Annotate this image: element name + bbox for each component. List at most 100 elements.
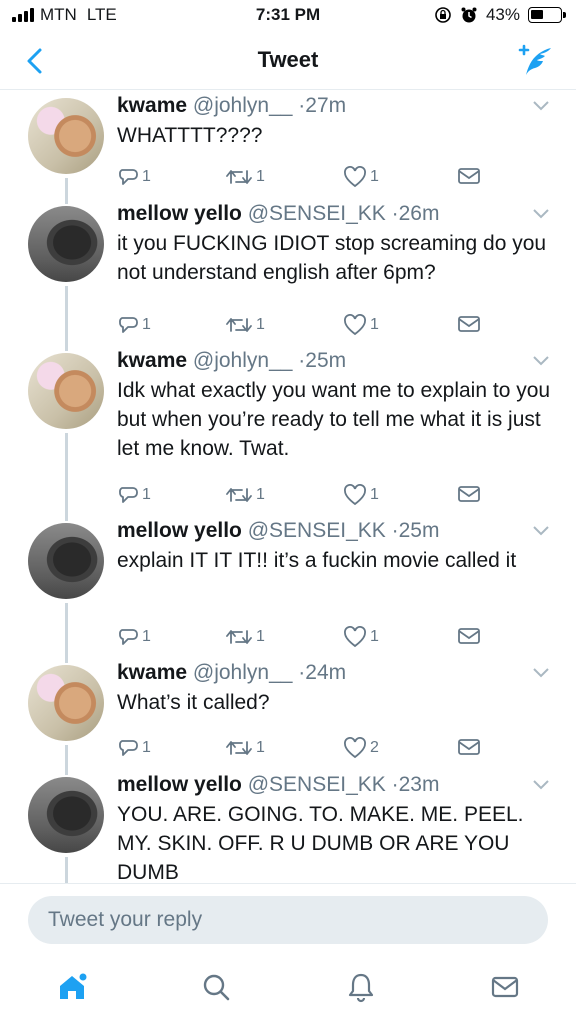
chevron-down-icon[interactable]	[532, 208, 550, 220]
handle[interactable]: @SENSEI_KK	[248, 773, 386, 796]
like-button[interactable]: 1	[343, 166, 379, 188]
lock-rotation-icon	[435, 7, 451, 23]
handle[interactable]: @johlyn__	[193, 661, 293, 684]
compose-tweet-icon[interactable]	[518, 42, 554, 78]
timestamp: 25m	[398, 519, 440, 542]
reply-icon	[119, 629, 138, 645]
tweet-text: Idk what exactly you want me to explain …	[117, 379, 551, 460]
bell-icon[interactable]	[345, 971, 377, 1003]
dm-button[interactable]	[457, 166, 481, 186]
separator-dot: ·	[391, 773, 399, 796]
retweet-button[interactable]: 1	[225, 737, 265, 759]
tweet-header: mellow yello @SENSEI_KK ·26m	[117, 202, 439, 226]
status-right: 43%	[434, 5, 566, 25]
display-name[interactable]: kwame	[117, 349, 187, 372]
chevron-down-icon[interactable]	[532, 667, 550, 679]
tweet-actions: 1 1 1	[117, 314, 487, 340]
mail-icon	[458, 739, 480, 755]
tweet-header: mellow yello @SENSEI_KK ·25m	[117, 519, 439, 543]
reply-button[interactable]: 1	[117, 314, 151, 336]
chevron-down-icon[interactable]	[532, 100, 550, 112]
tweet-header: kwame @johlyn__ ·27m	[117, 94, 346, 118]
like-button[interactable]: 1	[343, 626, 379, 648]
tweet-header: kwame @johlyn__ ·24m	[117, 661, 346, 685]
heart-icon	[344, 626, 366, 648]
tweet-header: mellow yello @SENSEI_KK ·23m	[117, 773, 439, 797]
heart-icon	[344, 737, 366, 759]
like-count: 1	[370, 628, 379, 645]
reply-icon	[119, 169, 138, 185]
reply-button[interactable]: 1	[117, 737, 151, 759]
dm-button[interactable]	[457, 737, 481, 757]
display-name[interactable]: kwame	[117, 661, 187, 684]
retweet-count: 1	[256, 168, 265, 185]
mail-icon[interactable]	[489, 971, 521, 1003]
retweet-button[interactable]: 1	[225, 314, 265, 336]
avatar[interactable]	[28, 98, 104, 174]
tweet[interactable]: mellow yello @SENSEI_KK ·26m it you FUCK…	[0, 198, 576, 345]
avatar[interactable]	[28, 665, 104, 741]
like-count: 1	[370, 486, 379, 503]
dm-button[interactable]	[457, 484, 481, 504]
thread-line	[65, 433, 68, 515]
display-name[interactable]: mellow yello	[117, 773, 242, 796]
reply-count: 1	[142, 168, 151, 185]
tweet-text: YOU. ARE. GOING. TO. MAKE. ME. PEEL. MY.…	[117, 803, 524, 883]
retweet-button[interactable]: 1	[225, 484, 265, 506]
alarm-icon	[461, 7, 477, 23]
avatar[interactable]	[28, 523, 104, 599]
chevron-down-icon[interactable]	[532, 355, 550, 367]
retweet-count: 1	[256, 628, 265, 645]
thread-line	[65, 745, 68, 769]
tweet-header: kwame @johlyn__ ·25m	[117, 349, 346, 373]
reply-count: 1	[142, 628, 151, 645]
avatar[interactable]	[28, 777, 104, 853]
display-name[interactable]: mellow yello	[117, 519, 242, 542]
display-name[interactable]: kwame	[117, 94, 187, 117]
handle[interactable]: @johlyn__	[193, 349, 293, 372]
tweet[interactable]: mellow yello @SENSEI_KK ·25m explain IT …	[0, 515, 576, 657]
reply-button[interactable]: 1	[117, 626, 151, 648]
home-icon[interactable]	[56, 971, 88, 1003]
avatar[interactable]	[28, 206, 104, 282]
reply-input[interactable]	[28, 896, 548, 944]
page-title: Tweet	[257, 47, 319, 72]
chevron-down-icon[interactable]	[532, 779, 550, 791]
tweet[interactable]: kwame @johlyn__ ·25m Idk what exactly yo…	[0, 345, 576, 515]
avatar[interactable]	[28, 353, 104, 429]
handle[interactable]: @SENSEI_KK	[248, 519, 386, 542]
heart-icon	[344, 166, 366, 188]
chevron-down-icon[interactable]	[532, 525, 550, 537]
mail-icon	[458, 316, 480, 332]
heart-icon	[344, 484, 366, 506]
handle[interactable]: @johlyn__	[193, 94, 293, 117]
tweet-actions: 1 1 1	[117, 166, 487, 192]
tweet[interactable]: kwame @johlyn__ ·24m What’s it called? 1…	[0, 657, 576, 769]
reply-button[interactable]: 1	[117, 166, 151, 188]
retweet-icon	[226, 170, 252, 184]
display-name[interactable]: mellow yello	[117, 202, 242, 225]
retweet-button[interactable]: 1	[225, 626, 265, 648]
like-button[interactable]: 1	[343, 484, 379, 506]
retweet-button[interactable]: 1	[225, 166, 265, 188]
search-icon[interactable]	[200, 971, 232, 1003]
retweet-count: 1	[256, 486, 265, 503]
like-button[interactable]: 1	[343, 314, 379, 336]
tweet-actions: 1 1 2	[117, 737, 487, 763]
like-button[interactable]: 2	[343, 737, 379, 759]
dm-button[interactable]	[457, 314, 481, 334]
tweet-text: What’s it called?	[117, 691, 270, 714]
tweet[interactable]: kwame @johlyn__ ·27m WHATTTT???? 1 1 1	[0, 90, 576, 198]
reply-count: 1	[142, 316, 151, 333]
timestamp: 24m	[305, 661, 347, 684]
like-count: 1	[370, 316, 379, 333]
thread-line	[65, 657, 68, 663]
handle[interactable]: @SENSEI_KK	[248, 202, 386, 225]
reply-icon	[119, 487, 138, 503]
thread-line	[65, 198, 68, 204]
dm-button[interactable]	[457, 626, 481, 646]
reply-button[interactable]: 1	[117, 484, 151, 506]
tweet[interactable]: mellow yello @SENSEI_KK ·23m YOU. ARE. G…	[0, 769, 576, 883]
tab-bar	[0, 955, 576, 1014]
retweet-icon	[226, 741, 252, 755]
